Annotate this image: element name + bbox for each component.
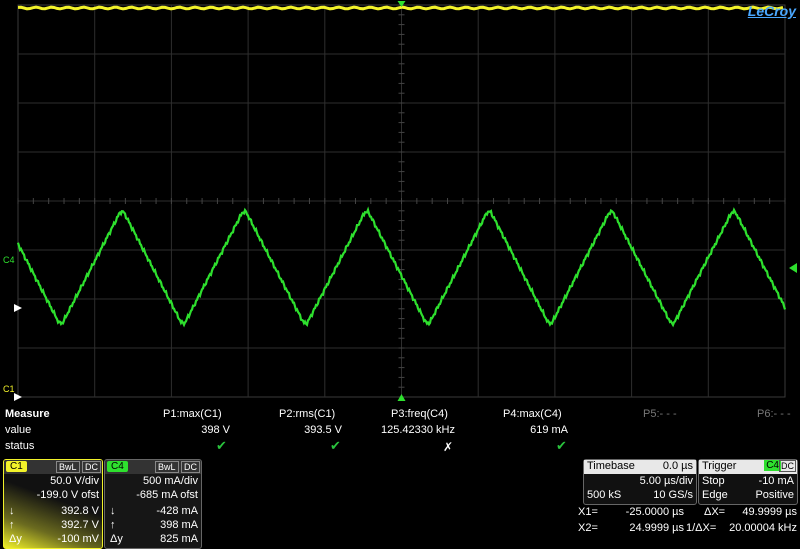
c4-bwl-badge: BwL (155, 461, 179, 473)
c1-up-value: 392.7 V (61, 519, 99, 531)
inv-dx-value: 20.00004 kHz (729, 522, 797, 534)
p4-status-check-icon: ✔ (556, 438, 567, 453)
c4-up-cursor-icon: ↑ (110, 519, 116, 531)
p1-value: 398 V (201, 424, 230, 436)
p5-name[interactable]: P5:- - - (643, 408, 677, 420)
trigger-descriptor[interactable]: Trigger C4 DC Stop -10 mA Edge Positive (698, 459, 798, 505)
timebase-samples: 500 kS (587, 489, 622, 501)
c4-header: C4 BwL DC (105, 460, 201, 474)
scope-display[interactable]: LeCroy C4 C1 (0, 0, 800, 402)
measure-table[interactable]: Measure P1:max(C1) P2:rms(C1) P3:freq(C4… (0, 408, 800, 458)
c1-vdiv: 50.0 V/div (50, 475, 99, 487)
timebase-descriptor[interactable]: Timebase 0.0 µs 5.00 µs/div 500 kS 10 GS… (583, 459, 697, 505)
dx-value: 49.9999 µs (742, 506, 797, 518)
dx-label: ΔX= (704, 506, 726, 518)
c1-tag: C1 (6, 461, 27, 472)
c4-offset: -685 mA ofst (136, 489, 198, 501)
c4-coupling-badge: DC (181, 461, 200, 473)
timebase-delay: 0.0 µs (662, 460, 693, 472)
c4-up-value: 398 mA (160, 519, 198, 531)
p1-name[interactable]: P1:max(C1) (163, 408, 222, 420)
p3-name[interactable]: P3:freq(C4) (391, 408, 448, 420)
trigger-title: Trigger (702, 460, 737, 472)
p4-name[interactable]: P4:max(C4) (503, 408, 562, 420)
p2-value: 393.5 V (304, 424, 342, 436)
x1-value: -25.0000 µs (625, 506, 684, 518)
timebase-rate: 10 GS/s (653, 489, 693, 501)
c1-trace (17, 5, 784, 11)
x2-label: X2= (578, 522, 598, 534)
c1-down-cursor-icon: ↓ (9, 505, 15, 517)
trigger-coupling-badge: DC (779, 460, 796, 472)
graticule (14, 1, 797, 401)
trigger-level-icon (789, 263, 797, 273)
p2-status-check-icon: ✔ (330, 438, 341, 453)
lecroy-logo[interactable]: LeCroy (748, 3, 796, 19)
c4-vdiv: 500 mA/div (142, 475, 198, 487)
timebase-title: Timebase (587, 460, 635, 472)
status-row-label: status (5, 440, 35, 452)
c1-dy-value: -100 mV (57, 533, 99, 545)
x2-value: 24.9999 µs (629, 522, 684, 534)
c4-trace-label: C4 (3, 255, 15, 265)
c1-descriptor[interactable]: C1 BwL DC 50.0 V/div -199.0 V ofst ↓ 392.… (3, 459, 103, 549)
c1-trace-label: C1 (3, 384, 15, 394)
c1-dy-label: Δy (9, 533, 22, 545)
c1-up-cursor-icon: ↑ (9, 519, 15, 531)
trigger-level: -10 mA (758, 475, 794, 487)
c1-header: C1 BwL DC (4, 460, 102, 474)
c4-dy-label: Δy (110, 533, 123, 545)
p3-status-warning-icon: ✗ (443, 440, 454, 454)
p6-name[interactable]: P6:- - - (757, 408, 791, 420)
inv-dx-label: 1/ΔX= (686, 522, 717, 534)
c4-descriptor[interactable]: C4 BwL DC 500 mA/div -685 mA ofst ↓ -428 … (104, 459, 202, 549)
timebase-tdiv: 5.00 µs/div (639, 475, 693, 487)
x1-label: X1= (578, 506, 598, 518)
trigger-type: Edge (702, 489, 728, 501)
trigger-slope: Positive (755, 489, 794, 501)
c1-coupling-badge: DC (82, 461, 101, 473)
trigger-mode: Stop (702, 475, 725, 487)
c4-down-value: -428 mA (156, 505, 198, 517)
c1-offset: -199.0 V ofst (36, 489, 99, 501)
p1-status-check-icon: ✔ (216, 438, 227, 453)
c4-dy-value: 825 mA (160, 533, 198, 545)
measure-title: Measure (5, 408, 50, 420)
c4-tag: C4 (107, 461, 128, 472)
p4-value: 619 mA (530, 424, 568, 436)
c4-down-cursor-icon: ↓ (110, 505, 116, 517)
c1-down-value: 392.8 V (61, 505, 99, 517)
value-row-label: value (5, 424, 32, 436)
c1-bwl-badge: BwL (56, 461, 80, 473)
p3-value: 125.42330 kHz (381, 424, 455, 436)
cursor-readout: X1= -25.0000 µs ΔX= 49.9999 µs X2= 24.99… (576, 505, 800, 545)
p2-name[interactable]: P2:rms(C1) (279, 408, 335, 420)
